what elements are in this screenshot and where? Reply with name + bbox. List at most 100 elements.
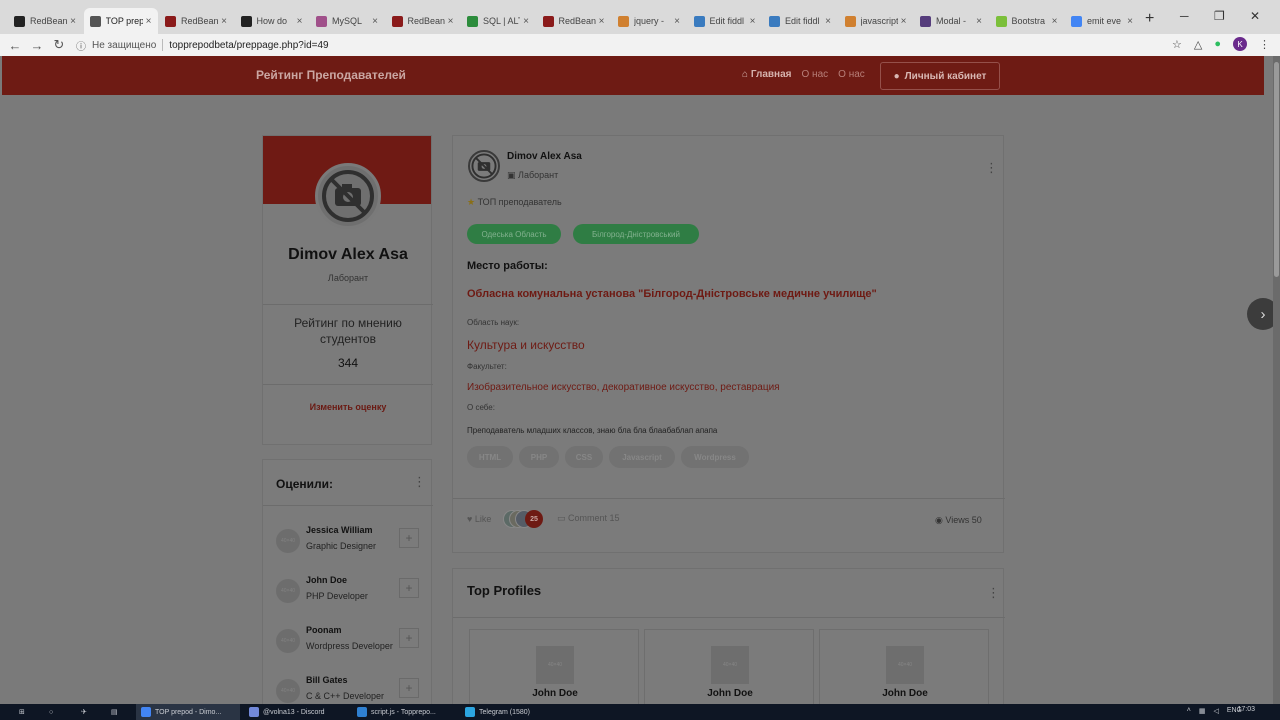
- next-slide-button[interactable]: ›: [1247, 298, 1273, 330]
- telegram-pin-icon[interactable]: ✈: [76, 704, 92, 720]
- tab-close-icon[interactable]: ×: [674, 16, 680, 27]
- tab-favicon-icon: [391, 15, 403, 27]
- rater-name[interactable]: Poonam: [306, 625, 342, 635]
- region-pill[interactable]: Одеська Область: [467, 224, 561, 244]
- profile-avatar[interactable]: K: [1233, 37, 1247, 51]
- rater-name[interactable]: John Doe: [306, 575, 347, 585]
- skill-tag[interactable]: HTML: [467, 446, 513, 468]
- info-icon[interactable]: ⓘ: [76, 38, 86, 53]
- tab-label: javascript: [860, 16, 898, 26]
- cabinet-button[interactable]: ● Личный кабинет: [880, 62, 1000, 90]
- forward-icon[interactable]: →: [26, 38, 48, 53]
- skill-tag[interactable]: PHP: [519, 446, 559, 468]
- search-icon[interactable]: ○: [44, 704, 58, 720]
- close-window-icon[interactable]: ✕: [1250, 9, 1260, 23]
- more-options-icon[interactable]: ⋮: [413, 474, 426, 490]
- profile-name: Dimov Alex Asa: [288, 246, 408, 263]
- add-friend-button[interactable]: +: [399, 578, 419, 598]
- browser-tab[interactable]: RedBean ×: [537, 8, 611, 34]
- add-friend-button[interactable]: +: [399, 678, 419, 698]
- rater-name[interactable]: Jessica William: [306, 525, 372, 535]
- browser-tab[interactable]: Edit fiddl ×: [763, 8, 837, 34]
- taskbar-app[interactable]: @volna13 - Discord: [244, 704, 348, 720]
- browser-tab[interactable]: Bootstra ×: [990, 8, 1064, 34]
- tab-close-icon[interactable]: ×: [448, 16, 454, 27]
- change-rating-link[interactable]: Изменить оценку: [263, 402, 433, 412]
- tab-close-icon[interactable]: ×: [297, 16, 303, 27]
- volume-icon[interactable]: ◁: [1213, 707, 1218, 715]
- browser-tab[interactable]: RedBean ×: [159, 8, 233, 34]
- tray-up-icon[interactable]: ˄: [1187, 707, 1191, 715]
- post-author-name[interactable]: Dimov Alex Asa: [507, 151, 582, 162]
- tab-label: RedBean: [181, 16, 219, 26]
- skill-tag[interactable]: CSS: [565, 446, 603, 468]
- city-pill[interactable]: Білгород-Дністровський: [573, 224, 699, 244]
- system-tray: ˄ ▦ ◁ ENG: [1187, 707, 1242, 715]
- browser-tab[interactable]: javascript ×: [839, 8, 913, 34]
- network-icon[interactable]: ▦: [1199, 707, 1206, 715]
- tab-close-icon[interactable]: ×: [599, 16, 605, 27]
- tab-close-icon[interactable]: ×: [146, 16, 152, 27]
- nav-home[interactable]: ⌂ Главная: [742, 69, 792, 80]
- browser-tab[interactable]: MySQL ×: [310, 8, 384, 34]
- browser-tab-strip: + ─ ❐ ✕ RedBean × TOP prep × RedBean × How do ×…: [0, 0, 1280, 34]
- extension-icon[interactable]: △: [1194, 38, 1202, 51]
- tab-close-icon[interactable]: ×: [221, 16, 227, 27]
- tab-close-icon[interactable]: ×: [750, 16, 756, 27]
- add-friend-button[interactable]: +: [399, 628, 419, 648]
- browser-tab[interactable]: Edit fiddl ×: [688, 8, 762, 34]
- tab-close-icon[interactable]: ×: [1052, 16, 1058, 27]
- like-button[interactable]: ♥ Like: [467, 514, 491, 524]
- explorer-icon[interactable]: ▤: [106, 704, 123, 720]
- clock[interactable]: 17:03: [1237, 706, 1255, 713]
- like-label: Like: [474, 514, 492, 524]
- skill-tag[interactable]: Wordpress: [681, 446, 749, 468]
- minimize-icon[interactable]: ─: [1180, 9, 1189, 23]
- tab-close-icon[interactable]: ×: [1127, 16, 1133, 27]
- comment-button[interactable]: ▭ Comment 15: [557, 513, 620, 524]
- taskbar-app[interactable]: script.js - Topprepo...: [352, 704, 456, 720]
- browser-tab[interactable]: SQL | ALT ×: [461, 8, 535, 34]
- tab-close-icon[interactable]: ×: [372, 16, 378, 27]
- browser-tab[interactable]: How do ×: [235, 8, 309, 34]
- site-navbar: Рейтинг Преподавателей ⌂ Главная О нас О…: [2, 56, 1264, 95]
- scrollbar-thumb[interactable]: [1274, 62, 1279, 277]
- profile-tile[interactable]: 40×40 John Doe: [819, 629, 989, 704]
- profile-tile[interactable]: 40×40 John Doe: [644, 629, 814, 704]
- menu-icon[interactable]: ⋮: [1259, 38, 1270, 51]
- add-friend-button[interactable]: +: [399, 528, 419, 548]
- more-options-icon[interactable]: ⋮: [987, 585, 1000, 601]
- tab-close-icon[interactable]: ×: [70, 16, 76, 27]
- taskbar-app[interactable]: Telegram (1580): [460, 704, 564, 720]
- url-text[interactable]: topprepodbeta/preppage.php?id=49: [169, 40, 328, 51]
- browser-tab[interactable]: jquery - ×: [612, 8, 686, 34]
- divider: [263, 505, 433, 506]
- rater-name[interactable]: Bill Gates: [306, 675, 348, 685]
- browser-tab[interactable]: emit eve ×: [1065, 8, 1139, 34]
- site-brand[interactable]: Рейтинг Преподавателей: [256, 68, 406, 82]
- tab-close-icon[interactable]: ×: [825, 16, 831, 27]
- nav-about[interactable]: О нас: [802, 69, 829, 80]
- browser-tab[interactable]: RedBean ×: [386, 8, 460, 34]
- windows-start-icon[interactable]: ⊞: [14, 704, 30, 720]
- back-icon[interactable]: ←: [4, 38, 26, 53]
- evernote-icon[interactable]: ●: [1214, 38, 1221, 50]
- restore-icon[interactable]: ❐: [1214, 9, 1225, 23]
- reload-icon[interactable]: ↻: [48, 37, 70, 53]
- browser-tab[interactable]: RedBean ×: [8, 8, 82, 34]
- bookmark-star-icon[interactable]: ☆: [1172, 38, 1182, 51]
- tab-close-icon[interactable]: ×: [976, 16, 982, 27]
- nav-about-2[interactable]: О нас: [838, 69, 865, 80]
- profile-tile[interactable]: 40×40 John Doe: [469, 629, 639, 704]
- skill-tag[interactable]: Javascript: [609, 446, 675, 468]
- taskbar-app[interactable]: TOP prepod - Dimo...: [136, 704, 240, 720]
- tab-close-icon[interactable]: ×: [901, 16, 907, 27]
- more-options-icon[interactable]: ⋮: [985, 160, 998, 176]
- tab-label: RedBean: [407, 16, 445, 26]
- tab-close-icon[interactable]: ×: [523, 16, 529, 27]
- browser-tab[interactable]: Modal - ×: [914, 8, 988, 34]
- address-bar[interactable]: ⓘ Не защищено topprepodbeta/preppage.php…: [76, 36, 1156, 54]
- browser-tab[interactable]: TOP prep ×: [83, 8, 158, 34]
- top-badge-text: ТОП преподаватель: [477, 197, 562, 207]
- new-tab-button[interactable]: +: [1145, 10, 1154, 28]
